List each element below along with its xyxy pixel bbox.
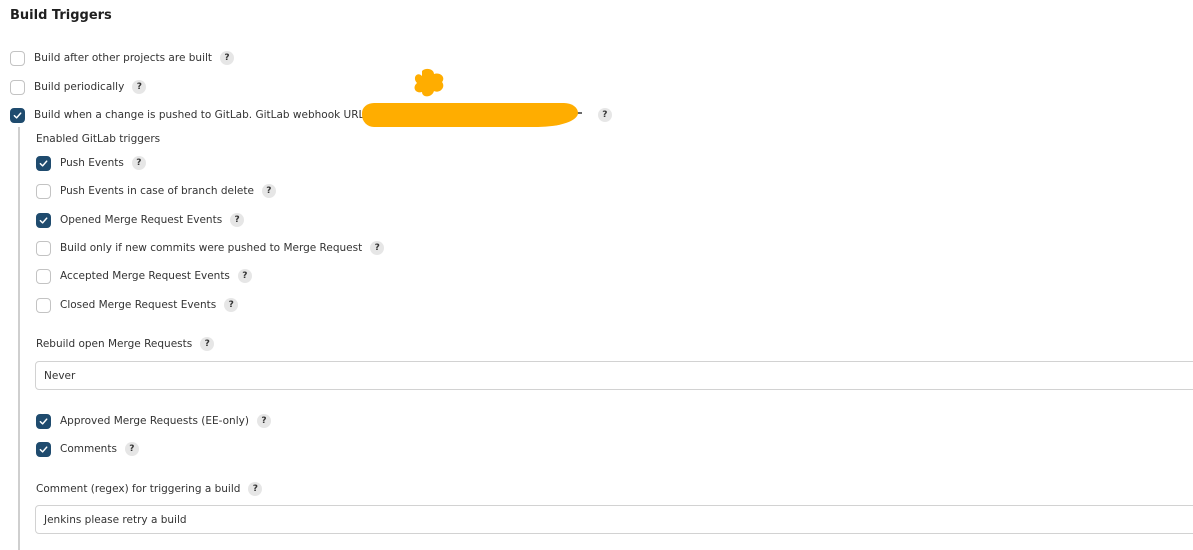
- comment-regex-label: Comment (regex) for triggering a build ?: [36, 482, 263, 496]
- event-label: Push Events: [60, 157, 124, 169]
- help-icon[interactable]: ?: [200, 337, 215, 351]
- trigger-build-after-other-projects[interactable]: Build after other projects are built ?: [10, 48, 235, 68]
- event-accepted-merge-request[interactable]: Accepted Merge Request Events ?: [36, 266, 252, 286]
- rebuild-open-merge-requests-label: Rebuild open Merge Requests ?: [36, 337, 215, 351]
- checkbox[interactable]: [36, 297, 51, 313]
- trigger-build-periodically[interactable]: Build periodically ?: [10, 77, 147, 97]
- checkbox[interactable]: [36, 155, 51, 171]
- build-triggers-page: Build Triggers Build after other project…: [0, 0, 1193, 550]
- event-label: Comments: [60, 443, 117, 455]
- checkbox[interactable]: [36, 212, 51, 228]
- trigger-label: Build when a change is pushed to GitLab.…: [34, 109, 368, 121]
- help-icon[interactable]: ?: [597, 108, 612, 122]
- help-icon[interactable]: ?: [237, 269, 252, 283]
- trigger-label: Build after other projects are built: [34, 52, 213, 64]
- checkbox[interactable]: [36, 240, 51, 256]
- help-icon[interactable]: ?: [370, 241, 385, 255]
- checkbox[interactable]: [36, 268, 51, 284]
- help-icon[interactable]: ?: [261, 184, 276, 198]
- rebuild-select[interactable]: Never: [35, 361, 1193, 390]
- help-icon[interactable]: ?: [131, 156, 146, 170]
- comment-regex-value: Jenkins please retry a build: [44, 513, 187, 526]
- redaction-mark: [414, 68, 444, 97]
- event-label: Build only if new commits were pushed to…: [60, 242, 363, 254]
- help-icon[interactable]: ?: [256, 414, 271, 428]
- rebuild-label-text: Rebuild open Merge Requests: [36, 338, 193, 350]
- help-icon[interactable]: ?: [230, 213, 245, 227]
- help-icon[interactable]: ?: [124, 442, 139, 456]
- section-title: Build Triggers: [10, 8, 112, 23]
- checkbox[interactable]: [10, 50, 25, 66]
- event-label: Accepted Merge Request Events: [60, 270, 230, 282]
- event-push-branch-delete[interactable]: Push Events in case of branch delete ?: [36, 181, 276, 201]
- event-approved-merge-requests[interactable]: Approved Merge Requests (EE-only) ?: [36, 411, 271, 431]
- rebuild-select-value: Never: [44, 369, 76, 382]
- redaction-mark: [362, 103, 578, 127]
- checkbox[interactable]: [10, 79, 25, 95]
- event-comments[interactable]: Comments ?: [36, 439, 139, 459]
- event-new-commits-merge-request[interactable]: Build only if new commits were pushed to…: [36, 238, 385, 258]
- event-label: Approved Merge Requests (EE-only): [60, 415, 249, 427]
- help-icon[interactable]: ?: [132, 80, 147, 94]
- event-closed-merge-request[interactable]: Closed Merge Request Events ?: [36, 295, 239, 315]
- trigger-label: Build periodically: [34, 81, 125, 93]
- comment-regex-label-text: Comment (regex) for triggering a build: [36, 483, 241, 495]
- enabled-gitlab-triggers-label: Enabled GitLab triggers: [36, 133, 161, 145]
- nested-section-bar: [18, 127, 20, 550]
- event-label: Opened Merge Request Events: [60, 214, 223, 226]
- checkbox[interactable]: [36, 413, 51, 429]
- checkbox[interactable]: [10, 107, 25, 123]
- event-label: Push Events in case of branch delete: [60, 185, 254, 197]
- event-label: Closed Merge Request Events: [60, 299, 217, 311]
- checkbox[interactable]: [36, 183, 51, 199]
- help-icon[interactable]: ?: [248, 482, 263, 496]
- event-opened-merge-request[interactable]: Opened Merge Request Events ?: [36, 210, 245, 230]
- event-push[interactable]: Push Events ?: [36, 153, 146, 173]
- checkbox[interactable]: [36, 441, 51, 457]
- comment-regex-input[interactable]: Jenkins please retry a build: [35, 505, 1193, 534]
- help-icon[interactable]: ?: [220, 51, 235, 65]
- help-icon[interactable]: ?: [224, 298, 239, 312]
